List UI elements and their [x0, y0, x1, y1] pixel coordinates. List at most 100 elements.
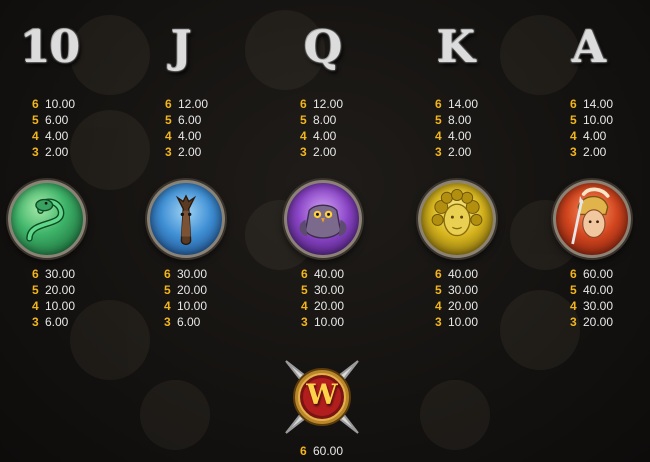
pay-row: 5 20.00 [32, 282, 75, 298]
pay-count: 4 [165, 129, 172, 143]
pay-row: 3 6.00 [164, 314, 207, 330]
paytable-a: 6 14.00 5 10.00 4 4.00 3 2.00 [570, 96, 613, 160]
pay-row: 5 20.00 [164, 282, 207, 298]
pay-row: 4 4.00 [570, 128, 613, 144]
symbol-q: Q [304, 22, 342, 73]
pay-count: 3 [301, 315, 308, 329]
pay-value: 12.00 [178, 97, 209, 111]
pay-row: 6 14.00 [435, 96, 478, 112]
symbol-k: K [437, 22, 475, 73]
pay-value: 2.00 [178, 145, 202, 159]
pay-count: 6 [165, 97, 172, 111]
horse-icon [147, 180, 225, 258]
medusa-icon [418, 180, 496, 258]
pay-value: 4.00 [45, 129, 69, 143]
snake-icon [8, 180, 86, 258]
pay-row: 6 12.00 [165, 96, 208, 112]
pay-value: 2.00 [313, 145, 337, 159]
pay-value: 30.00 [45, 267, 76, 281]
pay-value: 6.00 [178, 113, 202, 127]
pay-count: 4 [164, 299, 171, 313]
pay-value: 8.00 [313, 113, 337, 127]
pay-count: 6 [570, 97, 577, 111]
pay-count: 4 [32, 129, 39, 143]
pay-value: 4.00 [448, 129, 472, 143]
pay-row: 4 4.00 [165, 128, 208, 144]
pay-row: 5 8.00 [435, 112, 478, 128]
pay-row: 5 30.00 [301, 282, 344, 298]
pay-value: 6.00 [45, 315, 69, 329]
pay-value: 10.00 [45, 299, 76, 313]
pay-value: 40.00 [583, 283, 614, 297]
pay-value: 20.00 [583, 315, 614, 329]
pay-count: 5 [164, 283, 171, 297]
pay-count: 5 [32, 283, 39, 297]
pay-value: 2.00 [448, 145, 472, 159]
pay-row: 6 12.00 [300, 96, 343, 112]
pay-row: 4 10.00 [164, 298, 207, 314]
pay-row: 3 10.00 [301, 314, 344, 330]
pay-row: 6 30.00 [164, 266, 207, 282]
pay-count: 6 [570, 267, 577, 281]
symbol-a: A [572, 22, 606, 73]
pay-count: 4 [32, 299, 39, 313]
pay-row: 3 2.00 [570, 144, 613, 160]
pay-value: 4.00 [583, 129, 607, 143]
pay-count: 3 [32, 145, 39, 159]
pay-value: 4.00 [178, 129, 202, 143]
pay-row: 5 30.00 [435, 282, 478, 298]
pay-value: 30.00 [583, 299, 614, 313]
pay-count: 4 [300, 129, 307, 143]
pay-row: 6 30.00 [32, 266, 75, 282]
pay-row: 4 4.00 [32, 128, 75, 144]
pay-row: 4 10.00 [32, 298, 75, 314]
pay-row: 4 4.00 [435, 128, 478, 144]
paytable-q: 6 12.00 5 8.00 4 4.00 3 2.00 [300, 96, 343, 160]
pay-row: 6 10.00 [32, 96, 75, 112]
pay-value: 60.00 [313, 444, 344, 458]
owl-icon [284, 180, 362, 258]
pay-row: 6 40.00 [301, 266, 344, 282]
pay-row: 3 6.00 [32, 314, 75, 330]
pay-value: 14.00 [448, 97, 479, 111]
pay-count: 6 [301, 267, 308, 281]
pay-row: 3 2.00 [32, 144, 75, 160]
wild-letter: W [306, 378, 338, 411]
pay-value: 30.00 [177, 267, 208, 281]
pay-row: 4 20.00 [301, 298, 344, 314]
pay-count: 4 [435, 299, 442, 313]
pay-value: 4.00 [313, 129, 337, 143]
paytable-medusa: 6 40.00 5 30.00 4 20.00 3 10.00 [435, 266, 478, 330]
pay-value: 6.00 [45, 113, 69, 127]
pay-value: 30.00 [448, 283, 479, 297]
paytable-10: 6 10.00 5 6.00 4 4.00 3 2.00 [32, 96, 75, 160]
pay-value: 10.00 [177, 299, 208, 313]
pay-row: 3 2.00 [300, 144, 343, 160]
paytable-screen: 10 6 10.00 5 6.00 4 4.00 3 2.00 J 6 12.00 5 6.… [0, 0, 650, 462]
paytable-j: 6 12.00 5 6.00 4 4.00 3 2.00 [165, 96, 208, 160]
paytable-wild: 6 60.00 [300, 443, 343, 459]
pay-count: 6 [164, 267, 171, 281]
pay-count: 3 [570, 315, 577, 329]
wild-icon: W [280, 355, 364, 439]
pay-value: 2.00 [45, 145, 69, 159]
pay-count: 6 [300, 444, 307, 458]
pay-count: 3 [164, 315, 171, 329]
pay-value: 14.00 [583, 97, 614, 111]
pay-row: 4 30.00 [570, 298, 613, 314]
paytable-owl: 6 40.00 5 30.00 4 20.00 3 10.00 [301, 266, 344, 330]
pay-count: 4 [570, 129, 577, 143]
pay-row: 4 4.00 [300, 128, 343, 144]
pay-value: 20.00 [45, 283, 76, 297]
pay-row: 4 20.00 [435, 298, 478, 314]
pay-count: 3 [300, 145, 307, 159]
pay-value: 40.00 [448, 267, 479, 281]
pay-value: 6.00 [177, 315, 201, 329]
pay-count: 6 [32, 97, 39, 111]
pay-value: 20.00 [177, 283, 208, 297]
pay-count: 6 [435, 267, 442, 281]
pay-row: 3 2.00 [165, 144, 208, 160]
pay-row: 3 2.00 [435, 144, 478, 160]
pay-count: 3 [435, 145, 442, 159]
pay-row: 6 40.00 [435, 266, 478, 282]
